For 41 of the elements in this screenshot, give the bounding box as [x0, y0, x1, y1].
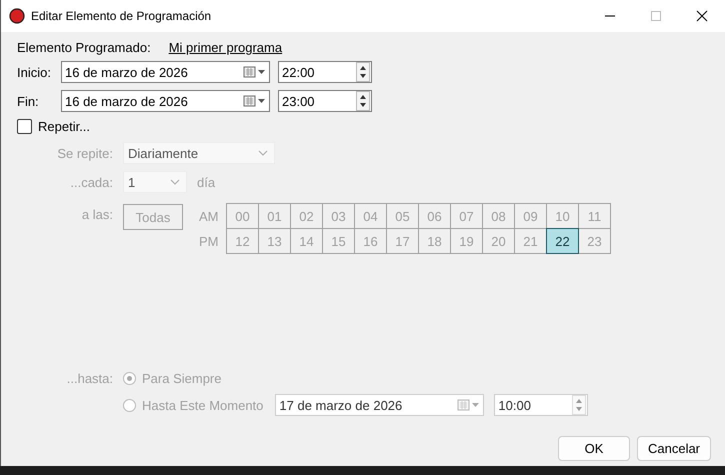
field-label: Elemento Programado: — [17, 40, 151, 55]
hour-cell[interactable]: 11 — [578, 203, 611, 229]
calendar-dropdown-icon[interactable] — [243, 95, 267, 107]
date-picker[interactable]: 16 de marzo de 2026 — [61, 61, 270, 83]
frequency-dropdown[interactable]: Diariamente — [123, 142, 275, 164]
chevron-down-icon[interactable] — [258, 150, 268, 156]
interval-dropdown[interactable]: 1 — [123, 171, 187, 193]
ok-button[interactable]: OK — [558, 436, 630, 461]
chevron-down-icon[interactable] — [170, 179, 180, 185]
program-link[interactable]: Mi primer programa — [168, 40, 282, 55]
window-title: Editar Elemento de Programación — [31, 9, 212, 23]
radio-button[interactable] — [123, 372, 136, 385]
radio-label: Hasta Este Momento — [142, 398, 264, 412]
time-field[interactable]: 22:00 — [278, 61, 372, 83]
repeat-checkbox[interactable] — [17, 119, 32, 134]
unit-label: día — [197, 174, 216, 190]
hour-cell[interactable]: 23 — [578, 228, 611, 254]
am-label: AM — [199, 208, 220, 226]
calendar-dropdown-icon[interactable] — [243, 66, 267, 78]
date-picker[interactable]: 16 de marzo de 2026 — [61, 90, 270, 112]
field-label: Inicio: — [17, 64, 52, 80]
cancel-button[interactable]: Cancelar — [637, 436, 711, 461]
hour-cell[interactable]: 12 — [226, 228, 259, 254]
spinner-arrows-icon[interactable] — [356, 62, 370, 82]
hour-cell[interactable]: 22 — [546, 228, 579, 254]
hour-cell[interactable]: 00 — [226, 203, 259, 229]
field-label: ...cada: — [69, 174, 113, 190]
field-label: ...hasta: — [66, 371, 113, 386]
radio-label: Para Siempre — [142, 371, 222, 386]
field-label: Se repite: — [56, 146, 113, 160]
field-label: a las: — [80, 206, 113, 222]
date-picker[interactable]: 17 de marzo de 2026 — [275, 394, 484, 416]
pm-label: PM — [199, 233, 220, 251]
checkbox-label: Repetir... — [38, 119, 90, 134]
time-field[interactable]: 23:00 — [278, 90, 372, 112]
field-label: Fin: — [17, 94, 40, 108]
radio-button[interactable] — [123, 398, 136, 412]
time-field[interactable]: 10:00 — [494, 394, 588, 416]
all-hours-button[interactable]: Todas — [123, 204, 183, 230]
spinner-arrows-icon[interactable] — [356, 91, 370, 111]
app-icon — [9, 8, 25, 24]
